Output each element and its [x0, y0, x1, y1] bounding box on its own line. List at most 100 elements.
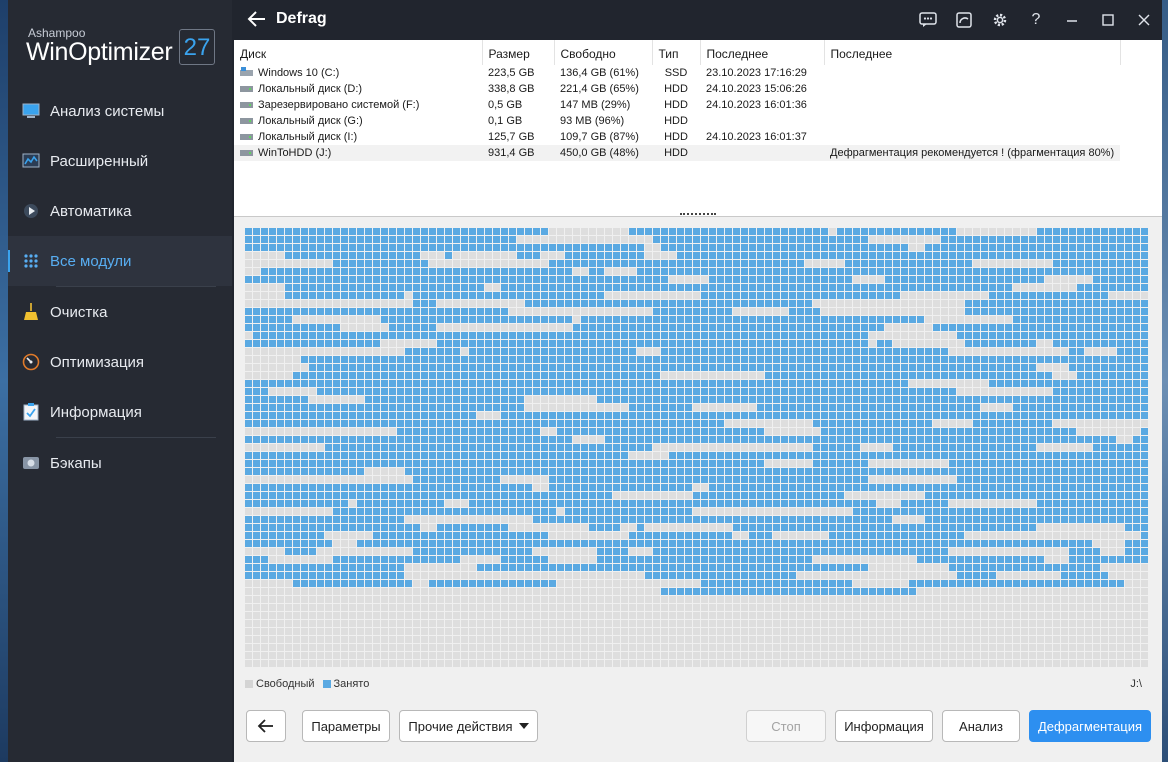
sidebar-item-advanced[interactable]: Расширенный — [8, 136, 232, 186]
table-row[interactable]: Локальный диск (D:) 338,8 GB 221,4 GB (65%… — [234, 81, 1120, 97]
monitor-icon — [22, 102, 40, 120]
column-header-disk[interactable]: Диск — [234, 40, 483, 65]
column-header-free[interactable]: Свободно — [554, 40, 653, 65]
drive-type-cell: SSD — [652, 65, 700, 81]
other-actions-label: Прочие действия — [408, 718, 513, 734]
legend-item-free: Свободный — [245, 678, 315, 690]
drive-icon — [22, 454, 40, 472]
drive-size-cell: 931,4 GB — [482, 145, 554, 161]
drive-type-cell: HDD — [652, 113, 700, 129]
drive-name-cell-text: WinToHDD (J:) — [258, 147, 332, 159]
drive-size-cell: 125,7 GB — [482, 129, 554, 145]
hard-drive-icon — [240, 115, 253, 124]
column-header-size[interactable]: Размер — [482, 40, 555, 65]
drive-name-cell-text: Локальный диск (I:) — [258, 131, 358, 143]
back-arrow-icon[interactable] — [246, 8, 268, 30]
sidebar-item-all-modules[interactable]: Все модули — [8, 236, 232, 286]
title-bar-controls: ? — [910, 0, 1162, 40]
sidebar-item-information[interactable]: Информация — [8, 387, 232, 437]
table-row[interactable]: Локальный диск (G:) 0,1 GB 93 MB (96%) HDD — [234, 113, 1120, 129]
drive-type-cell: HDD — [652, 129, 700, 145]
desktop-background-left — [0, 0, 8, 762]
drive-free-cell: 93 MB (96%) — [554, 113, 652, 129]
app-window: Ashampoo WinOptimizer 27 Анализ системы … — [8, 0, 1162, 762]
hard-drive-icon — [240, 83, 253, 92]
feedback-icon[interactable] — [910, 0, 946, 40]
drive-size-cell-text: 125,7 GB — [488, 131, 535, 143]
sidebar-item-label: Бэкапы — [50, 454, 102, 472]
close-icon[interactable] — [1126, 0, 1162, 40]
sidebar-item-backups[interactable]: Бэкапы — [8, 438, 232, 488]
table-row[interactable]: WinToHDD (J:) 931,4 GB 450,0 GB (48%) HDD Де… — [234, 145, 1121, 161]
gauge-shortcut-icon[interactable] — [946, 0, 982, 40]
legend-label-free: Свободный — [256, 678, 315, 690]
drive-type-cell: HDD — [652, 97, 700, 113]
drive-type-cell-text: HDD — [664, 131, 688, 143]
sidebar-item-system-analysis[interactable]: Анализ системы — [8, 86, 232, 136]
grid-icon — [22, 252, 40, 270]
drive-last-cell-text: 23.10.2023 17:16:29 — [706, 67, 807, 79]
drive-table: Диск Размер Свободно Тип Последнее После… — [234, 40, 1121, 161]
drive-last-cell — [700, 113, 824, 129]
drive-name-cell-text: Зарезервировано системой (F:) — [258, 99, 420, 111]
drive-name-cell: Локальный диск (G:) — [234, 113, 482, 129]
main-content: Диск Размер Свободно Тип Последнее После… — [234, 40, 1162, 762]
drive-name-cell: Локальный диск (D:) — [234, 81, 482, 97]
drive-name-cell: Windows 10 (C:) — [234, 65, 482, 81]
analyze-button[interactable]: Анализ — [942, 710, 1020, 742]
column-header-type[interactable]: Тип — [652, 40, 701, 65]
minimize-icon[interactable] — [1054, 0, 1090, 40]
legend-swatch-free — [245, 680, 253, 688]
drive-type-cell: HDD — [652, 81, 700, 97]
drive-size-cell-text: 0,5 GB — [488, 99, 523, 111]
sidebar-item-label: Оптимизация — [50, 353, 145, 371]
drive-type-cell: HDD — [652, 145, 700, 161]
drive-size-cell-text: 338,8 GB — [488, 83, 535, 95]
drive-free-cell-text: 109,7 GB (87%) — [560, 131, 639, 143]
system-drive-icon — [240, 67, 253, 76]
back-button[interactable] — [246, 710, 286, 742]
sidebar-item-label: Анализ системы — [50, 102, 165, 120]
panel-splitter-handle[interactable] — [680, 213, 716, 219]
drive-note-cell: Дефрагментация рекомендуется ! (фрагмент… — [824, 145, 1121, 161]
sidebar-item-label: Информация — [50, 403, 142, 421]
parameters-button[interactable]: Параметры — [302, 710, 390, 742]
drive-note-cell-text: Дефрагментация рекомендуется ! (фрагмент… — [830, 147, 1115, 159]
help-icon[interactable]: ? — [1018, 0, 1054, 40]
drive-last-cell: 23.10.2023 17:16:29 — [700, 65, 824, 81]
drive-free-cell-text: 221,4 GB (65%) — [560, 83, 639, 95]
drive-size-cell-text: 223,5 GB — [488, 67, 535, 79]
version-badge: 27 — [179, 29, 215, 65]
gear-icon[interactable] — [982, 0, 1018, 40]
sidebar-item-automation[interactable]: Автоматика — [8, 186, 232, 236]
drive-type-cell-text: SSD — [664, 67, 688, 79]
drive-last-cell: 24.10.2023 15:06:26 — [700, 81, 824, 97]
drive-free-cell-text: 93 MB (96%) — [560, 115, 625, 127]
drive-last-cell: 24.10.2023 16:01:36 — [700, 97, 824, 113]
table-row[interactable]: Локальный диск (I:) 125,7 GB 109,7 GB (87%… — [234, 129, 1120, 145]
page-title: Defrag — [276, 10, 327, 27]
sidebar-item-label: Все модули — [50, 252, 132, 270]
maximize-icon[interactable] — [1090, 0, 1126, 40]
sidebar: Ashampoo WinOptimizer 27 Анализ системы … — [8, 0, 232, 762]
back-arrow-icon — [257, 719, 273, 733]
table-row[interactable]: Зарезервировано системой (F:) 0,5 GB 147 M… — [234, 97, 1120, 113]
table-row[interactable]: Windows 10 (C:) 223,5 GB 136,4 GB (61%) SSD… — [234, 65, 1120, 81]
column-header-last-note[interactable]: Последнее — [824, 40, 1121, 65]
defragment-button[interactable]: Дефрагментация — [1029, 710, 1151, 742]
drive-name-cell-text: Локальный диск (D:) — [258, 83, 363, 95]
information-button[interactable]: Информация — [835, 710, 933, 742]
other-actions-dropdown[interactable]: Прочие действия — [399, 710, 538, 742]
play-icon — [22, 202, 40, 220]
drive-size-cell: 338,8 GB — [482, 81, 554, 97]
sidebar-item-optimization[interactable]: Оптимизация — [8, 337, 232, 387]
clipboard-icon — [22, 403, 40, 421]
stop-button[interactable]: Стоп — [746, 710, 826, 742]
title-bar: Defrag ? — [232, 0, 1162, 40]
drive-list: Диск Размер Свободно Тип Последнее После… — [234, 40, 1162, 217]
sidebar-item-cleanup[interactable]: Очистка — [8, 287, 232, 337]
table-header-row: Диск Размер Свободно Тип Последнее После… — [234, 40, 1121, 65]
column-header-last[interactable]: Последнее — [700, 40, 825, 65]
drive-last-cell-text: 24.10.2023 15:06:26 — [706, 83, 807, 95]
drive-free-cell-text: 136,4 GB (61%) — [560, 67, 639, 79]
